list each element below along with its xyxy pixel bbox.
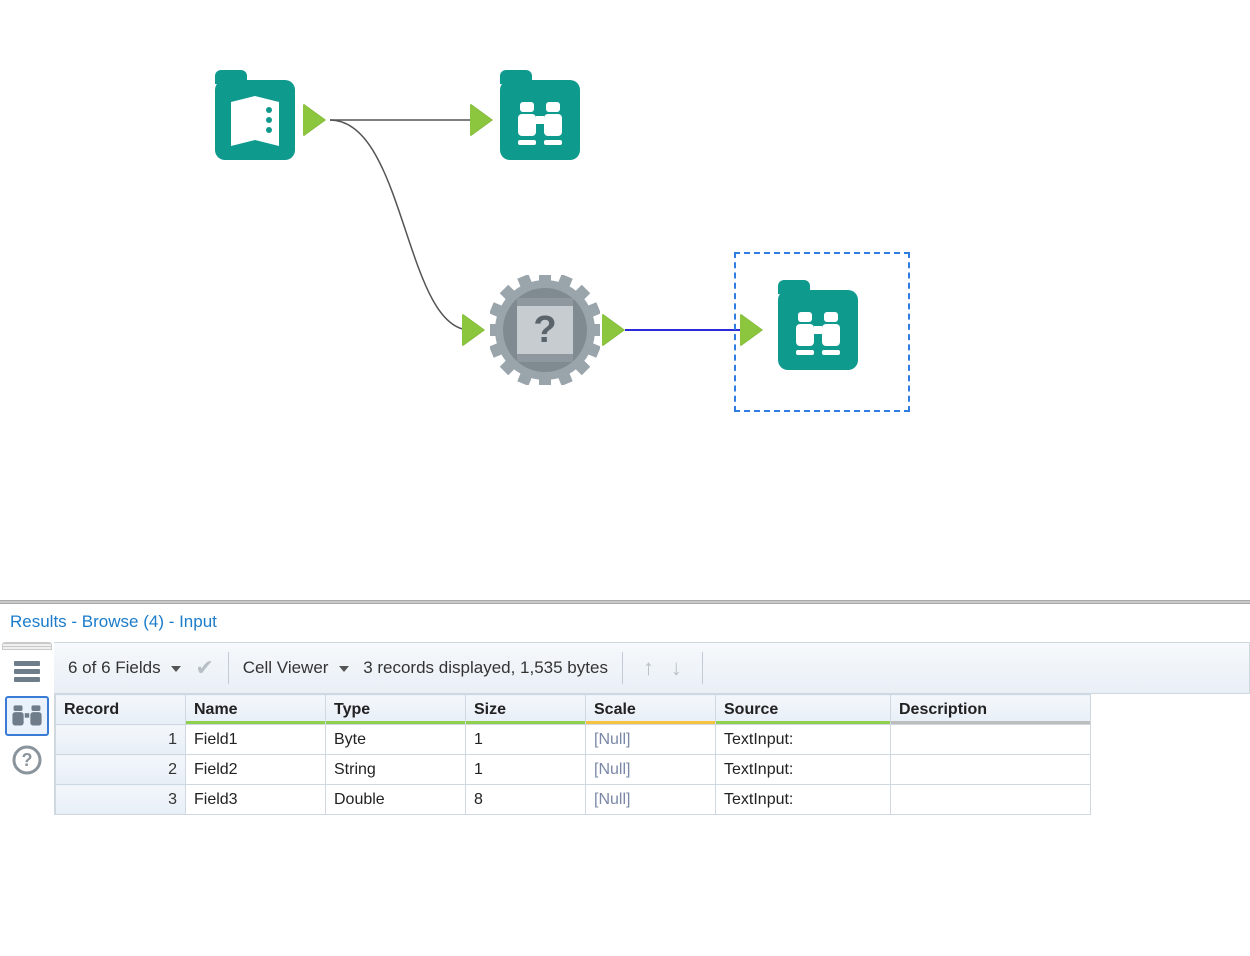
- svg-text:?: ?: [533, 309, 556, 351]
- cell-source[interactable]: TextInput:: [716, 785, 891, 815]
- col-size[interactable]: Size: [466, 695, 586, 725]
- arrow-down-button[interactable]: ↓: [671, 655, 682, 680]
- row-number: 1: [56, 725, 186, 755]
- cell-size[interactable]: 1: [466, 725, 586, 755]
- browse-sel-input-port[interactable]: [740, 314, 762, 346]
- arrow-up-button[interactable]: ↑: [643, 655, 654, 680]
- col-description-label: Description: [899, 701, 987, 718]
- col-scale-label: Scale: [594, 701, 636, 718]
- rows-view-button[interactable]: [5, 652, 49, 692]
- cell-name[interactable]: Field2: [186, 755, 326, 785]
- cell-scale[interactable]: [Null]: [586, 785, 716, 815]
- unknown-input-port[interactable]: [462, 314, 484, 346]
- cell-source[interactable]: TextInput:: [716, 755, 891, 785]
- cell-source[interactable]: TextInput:: [716, 725, 891, 755]
- chevron-down-icon: [171, 666, 181, 672]
- help-icon: ?: [11, 744, 43, 776]
- toolbar-separator: [622, 652, 623, 684]
- browse-top-input-port[interactable]: [470, 104, 492, 136]
- help-button[interactable]: ?: [5, 740, 49, 780]
- cell-description[interactable]: [891, 755, 1091, 785]
- col-scale[interactable]: Scale: [586, 695, 716, 725]
- col-source-label: Source: [724, 701, 778, 718]
- col-source[interactable]: Source: [716, 695, 891, 725]
- cell-description[interactable]: [891, 725, 1091, 755]
- col-name[interactable]: Name: [186, 695, 326, 725]
- cell-scale[interactable]: [Null]: [586, 725, 716, 755]
- binoculars-icon: [788, 302, 848, 362]
- fields-dropdown-label: 6 of 6 Fields: [68, 658, 161, 677]
- workflow-canvas[interactable]: ?: [0, 0, 1250, 600]
- cell-size[interactable]: 1: [466, 755, 586, 785]
- text-input-output-port[interactable]: [303, 104, 325, 136]
- col-record[interactable]: Record: [56, 695, 186, 725]
- results-toolbar: 6 of 6 Fields ✔ Cell Viewer 3 records di…: [54, 642, 1250, 694]
- results-title: Results - Browse (4) - Input: [0, 604, 1250, 642]
- col-size-label: Size: [474, 701, 506, 718]
- text-input-tool[interactable]: [215, 80, 295, 160]
- row-number: 2: [56, 755, 186, 785]
- cell-size[interactable]: 8: [466, 785, 586, 815]
- nav-arrows: ↑ ↓: [637, 655, 688, 681]
- unknown-output-port[interactable]: [602, 314, 624, 346]
- toolbar-separator: [228, 652, 229, 684]
- binoculars-icon: [510, 92, 570, 152]
- col-description[interactable]: Description: [891, 695, 1091, 725]
- panel-grip[interactable]: [2, 642, 52, 650]
- cell-name[interactable]: Field1: [186, 725, 326, 755]
- svg-text:?: ?: [22, 750, 33, 770]
- col-type-label: Type: [334, 701, 370, 718]
- table-row[interactable]: 1 Field1 Byte 1 [Null] TextInput:: [56, 725, 1091, 755]
- cell-type[interactable]: String: [326, 755, 466, 785]
- toolbar-separator: [702, 652, 703, 684]
- cell-type[interactable]: Double: [326, 785, 466, 815]
- col-name-label: Name: [194, 701, 238, 718]
- table-row[interactable]: 2 Field2 String 1 [Null] TextInput:: [56, 755, 1091, 785]
- col-record-label: Record: [64, 701, 119, 718]
- table-row[interactable]: 3 Field3 Double 8 [Null] TextInput:: [56, 785, 1091, 815]
- row-number: 3: [56, 785, 186, 815]
- results-panel: Results - Browse (4) - Input: [0, 604, 1250, 815]
- question-gear-icon: ?: [490, 275, 600, 385]
- binoculars-small-icon: [10, 702, 44, 730]
- apply-check-button[interactable]: ✔: [195, 655, 213, 681]
- cell-viewer-dropdown[interactable]: Cell Viewer: [243, 658, 349, 678]
- book-icon: [225, 90, 285, 150]
- unknown-tool[interactable]: ?: [490, 275, 600, 385]
- cell-type[interactable]: Byte: [326, 725, 466, 755]
- rows-view-icon: [12, 659, 42, 685]
- cell-description[interactable]: [891, 785, 1091, 815]
- browse-tool-top[interactable]: [500, 80, 580, 160]
- fields-dropdown[interactable]: 6 of 6 Fields: [68, 658, 181, 678]
- cell-scale[interactable]: [Null]: [586, 755, 716, 785]
- results-table[interactable]: Record Name Type Size: [55, 694, 1091, 815]
- metadata-view-button[interactable]: [5, 696, 49, 736]
- chevron-down-icon: [339, 666, 349, 672]
- browse-tool-selected[interactable]: [778, 290, 858, 370]
- connector-lines: [0, 0, 1250, 600]
- cell-viewer-label: Cell Viewer: [243, 658, 329, 677]
- cell-name[interactable]: Field3: [186, 785, 326, 815]
- col-type[interactable]: Type: [326, 695, 466, 725]
- records-summary: 3 records displayed, 1,535 bytes: [363, 658, 608, 678]
- results-view-strip: ?: [0, 652, 54, 780]
